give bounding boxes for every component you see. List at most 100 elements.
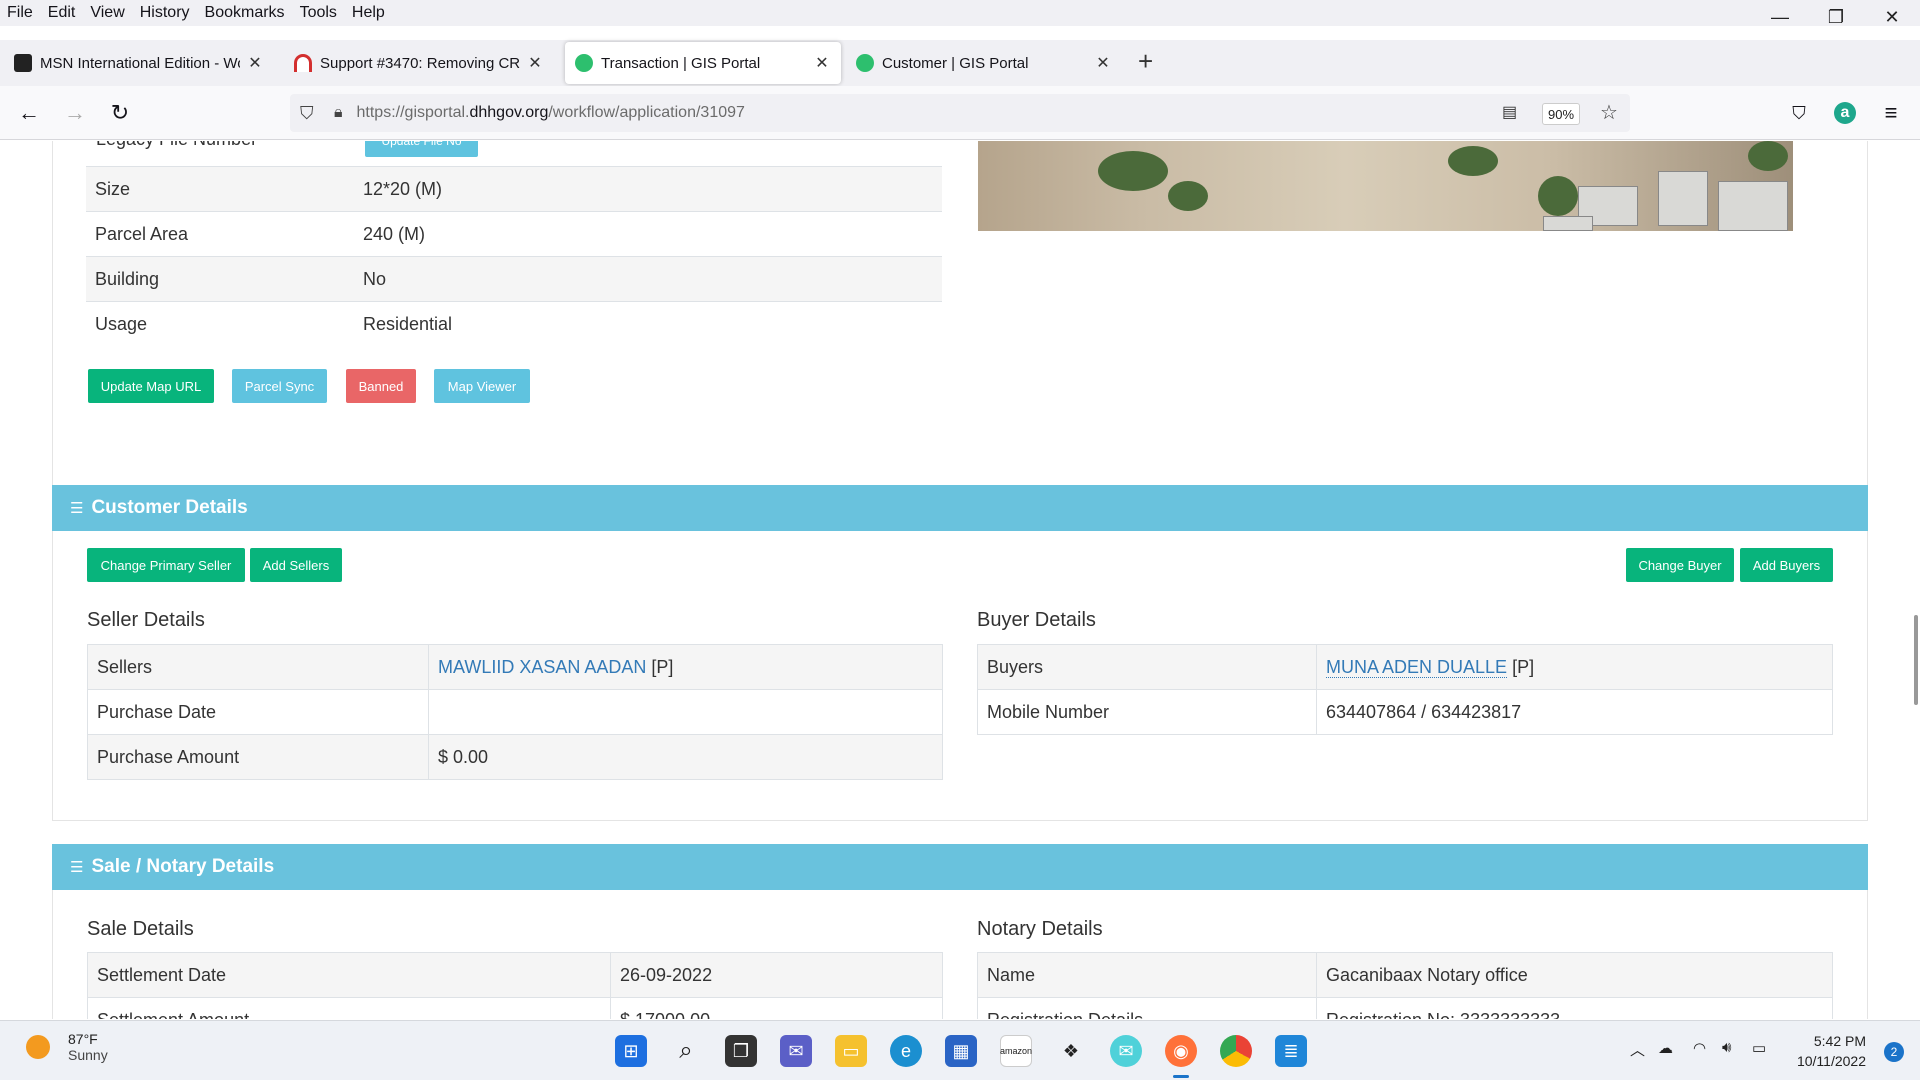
notepad-icon[interactable]: ≣ <box>1275 1035 1307 1067</box>
navigation-bar: ← → ↻ ⛉ 🔒︎ https://gisportal.dhhgov.org/… <box>0 86 1920 140</box>
tab-transaction[interactable]: Transaction | GIS Portal ✕ <box>565 42 841 84</box>
teams-chat-icon[interactable]: ✉ <box>780 1035 812 1067</box>
url-text[interactable]: https://gisportal.dhhgov.org/workflow/ap… <box>357 104 745 122</box>
chrome-icon[interactable] <box>1220 1035 1252 1067</box>
close-icon[interactable]: ✕ <box>1094 53 1112 73</box>
menu-help[interactable]: Help <box>345 4 393 22</box>
amazon-icon[interactable]: amazon <box>1000 1035 1032 1067</box>
task-view-icon[interactable]: ❐ <box>725 1035 757 1067</box>
bookmark-star-icon[interactable]: ☆ <box>1600 100 1618 125</box>
edge-icon[interactable]: e <box>890 1035 922 1067</box>
close-icon[interactable]: ✕ <box>813 53 831 73</box>
sale-table: Settlement Date 26-09-2022 Settlement Am… <box>87 952 943 1019</box>
change-buyer-button[interactable]: Change Buyer <box>1626 548 1734 582</box>
restore-button[interactable]: ❐ <box>1808 0 1864 34</box>
building-value: No <box>354 256 942 302</box>
volume-icon[interactable]: 🔊︎ <box>1722 1039 1731 1056</box>
reload-button[interactable]: ↻ <box>105 98 135 128</box>
taskbar: 87°F Sunny ⊞ ⌕ ❐ ✉ ▭ e ▦ amazon ❖ ✉ ◉ ≣ … <box>0 1020 1920 1080</box>
tab-title: Customer | GIS Portal <box>882 54 1029 72</box>
update-file-no-button[interactable]: Update File No <box>365 141 478 157</box>
zoom-level[interactable]: 90% <box>1542 103 1580 125</box>
firefox-icon[interactable]: ◉ <box>1165 1035 1197 1067</box>
menu-file[interactable]: File <box>0 4 41 22</box>
update-map-url-button[interactable]: Update Map URL <box>88 369 214 403</box>
hamburger-menu-icon[interactable]: ≡ <box>1876 98 1906 128</box>
clock[interactable]: 5:42 PM 10/11/2022 <box>1797 1031 1866 1071</box>
table-row: Mobile Number 634407864 / 634423817 <box>977 689 1833 735</box>
menu-history[interactable]: History <box>133 4 198 22</box>
back-button[interactable]: ← <box>14 98 44 128</box>
add-sellers-button[interactable]: Add Sellers <box>250 548 342 582</box>
battery-icon[interactable]: ▭ <box>1752 1039 1766 1057</box>
store-icon[interactable]: ▦ <box>945 1035 977 1067</box>
shield-icon[interactable]: ⛉ <box>300 103 314 124</box>
change-primary-seller-button[interactable]: Change Primary Seller <box>87 548 245 582</box>
onedrive-icon[interactable]: ☁ <box>1658 1039 1673 1057</box>
amazon-assistant-icon[interactable]: a <box>1830 98 1860 128</box>
tab-customer[interactable]: Customer | GIS Portal ✕ <box>846 42 1122 84</box>
notary-table: Name Gacanibaax Notary office Registrati… <box>977 952 1833 1019</box>
redmine-icon <box>294 54 312 72</box>
notary-name-label: Name <box>977 952 1317 998</box>
settlement-date-value: 26-09-2022 <box>610 952 943 998</box>
table-row: Sellers MAWLIID XASAN AADAN [P] <box>87 644 943 690</box>
menu-bookmarks[interactable]: Bookmarks <box>198 4 293 22</box>
search-icon[interactable]: ⌕ <box>670 1035 702 1067</box>
page-scrollbar[interactable] <box>1914 615 1918 705</box>
close-icon[interactable]: ✕ <box>526 53 544 73</box>
close-icon[interactable]: ✕ <box>246 53 264 73</box>
new-tab-button[interactable]: + <box>1138 46 1153 76</box>
usage-label: Usage <box>86 301 354 347</box>
map-viewer-button[interactable]: Map Viewer <box>434 369 530 403</box>
buyer-table: Buyers MUNA ADEN DUALLE [P] Mobile Numbe… <box>977 644 1833 735</box>
mail-icon[interactable]: ✉ <box>1110 1035 1142 1067</box>
forward-button[interactable]: → <box>60 98 90 128</box>
tab-title: Support #3470: Removing CR-4 <box>320 54 520 72</box>
gis-portal-icon <box>575 54 593 72</box>
temperature: 87°F <box>68 1031 98 1047</box>
buyers-value: MUNA ADEN DUALLE [P] <box>1316 644 1833 690</box>
parcel-sync-button[interactable]: Parcel Sync <box>232 369 327 403</box>
buyers-label: Buyers <box>977 644 1317 690</box>
parcel-area-label: Parcel Area <box>86 211 354 257</box>
size-label: Size <box>86 166 354 212</box>
weather-condition: Sunny <box>68 1047 108 1063</box>
purchase-amount-label: Purchase Amount <box>87 734 429 780</box>
banned-button[interactable]: Banned <box>346 369 416 403</box>
menu-view[interactable]: View <box>83 4 132 22</box>
buyer-link[interactable]: MUNA ADEN DUALLE <box>1326 656 1508 678</box>
list-icon: ☰ <box>70 500 84 517</box>
page-content: Legacy File Number Update File No Size 1… <box>0 141 1920 1019</box>
chevron-up-icon[interactable]: ︿ <box>1630 1039 1645 1060</box>
notification-badge[interactable]: 2 <box>1884 1042 1904 1062</box>
parcel-table: Size 12*20 (M) Parcel Area 240 (M) Build… <box>86 166 942 347</box>
windows-start-icon[interactable]: ⊞ <box>615 1035 647 1067</box>
tab-msn[interactable]: MSN International Edition - Wor ✕ <box>4 42 274 84</box>
menu-edit[interactable]: Edit <box>41 4 84 22</box>
gis-portal-icon <box>856 54 874 72</box>
file-explorer-icon[interactable]: ▭ <box>835 1035 867 1067</box>
weather-widget[interactable]: 87°F Sunny <box>26 1031 108 1063</box>
list-icon: ☰ <box>70 859 84 876</box>
pocket-icon[interactable]: ⛉ <box>1784 98 1814 128</box>
wifi-icon[interactable]: ◠ <box>1693 1039 1706 1057</box>
menu-tools[interactable]: Tools <box>293 4 345 22</box>
settlement-amount-label: Settlement Amount <box>87 997 611 1019</box>
purchase-amount-value: $ 0.00 <box>428 734 943 780</box>
close-window-button[interactable]: ✕ <box>1864 0 1920 34</box>
lock-icon[interactable]: 🔒︎ <box>334 104 343 122</box>
minimize-button[interactable]: — <box>1752 0 1808 34</box>
dropbox-icon[interactable]: ❖ <box>1055 1035 1087 1067</box>
reader-view-icon[interactable]: ▤ <box>1502 102 1517 122</box>
registration-value: Registration No: 3333333333 <box>1316 997 1833 1019</box>
parcel-area-value: 240 (M) <box>354 211 942 257</box>
table-row: Purchase Date <box>87 689 943 735</box>
tab-support[interactable]: Support #3470: Removing CR-4 ✕ <box>284 42 554 84</box>
url-bar[interactable]: ⛉ 🔒︎ https://gisportal.dhhgov.org/workfl… <box>290 94 1630 132</box>
usage-value: Residential <box>354 301 942 347</box>
table-row: Size 12*20 (M) <box>86 166 942 212</box>
seller-link[interactable]: MAWLIID XASAN AADAN <box>438 657 646 677</box>
sale-details-heading: Sale Details <box>87 918 194 940</box>
add-buyers-button[interactable]: Add Buyers <box>1740 548 1833 582</box>
